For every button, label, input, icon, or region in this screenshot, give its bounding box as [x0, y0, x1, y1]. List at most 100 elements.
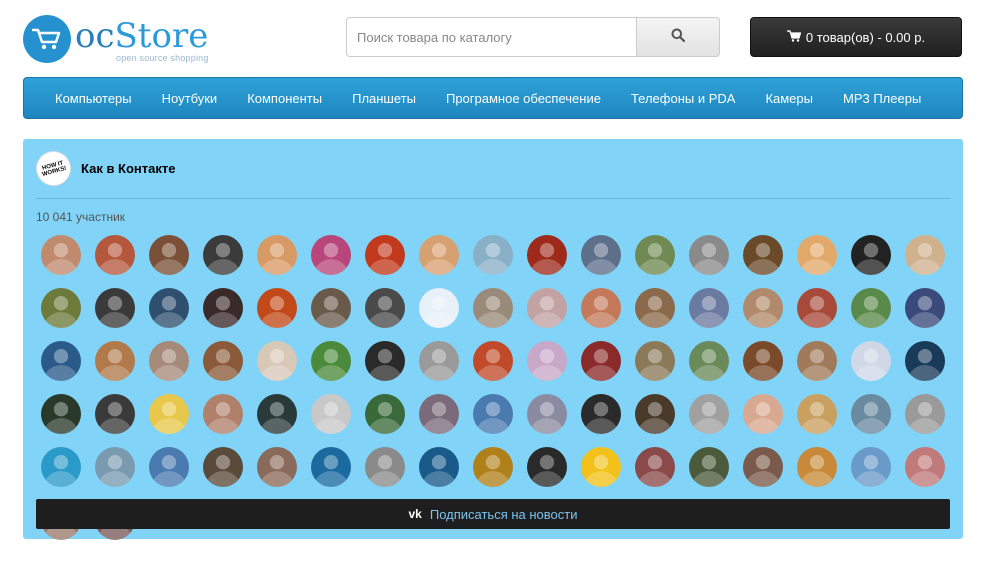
store-logo[interactable]: ocStore open source shopping	[23, 14, 223, 68]
member-avatar[interactable]	[41, 341, 81, 381]
member-avatar[interactable]	[41, 447, 81, 487]
member-avatar[interactable]	[905, 447, 945, 487]
member-avatar[interactable]	[311, 341, 351, 381]
member-avatar[interactable]	[689, 447, 729, 487]
member-avatar[interactable]	[41, 288, 81, 328]
search-input[interactable]	[346, 17, 636, 57]
member-avatar[interactable]	[797, 288, 837, 328]
member-avatar[interactable]	[581, 235, 621, 275]
member-avatar[interactable]	[203, 341, 243, 381]
member-avatar[interactable]	[311, 447, 351, 487]
member-avatar[interactable]	[149, 394, 189, 434]
member-avatar[interactable]	[581, 288, 621, 328]
member-avatar[interactable]	[905, 288, 945, 328]
member-avatar[interactable]	[635, 394, 675, 434]
member-avatar[interactable]	[311, 235, 351, 275]
member-avatar[interactable]	[419, 447, 459, 487]
member-avatar[interactable]	[95, 341, 135, 381]
member-avatar[interactable]	[419, 341, 459, 381]
menu-item-computers[interactable]: Компьютеры	[40, 91, 147, 106]
menu-item-mp3[interactable]: MP3 Плееры	[828, 91, 936, 106]
member-avatar[interactable]	[527, 447, 567, 487]
member-avatar[interactable]	[419, 394, 459, 434]
member-avatar[interactable]	[851, 288, 891, 328]
member-avatar[interactable]	[473, 394, 513, 434]
member-avatar[interactable]	[473, 288, 513, 328]
member-avatar[interactable]	[365, 447, 405, 487]
member-avatar[interactable]	[851, 235, 891, 275]
member-avatar[interactable]	[95, 394, 135, 434]
member-avatar[interactable]	[41, 235, 81, 275]
menu-item-phones[interactable]: Телефоны и PDA	[616, 91, 751, 106]
menu-item-components[interactable]: Компоненты	[232, 91, 337, 106]
member-avatar[interactable]	[527, 341, 567, 381]
member-avatar[interactable]	[203, 394, 243, 434]
member-avatar[interactable]	[743, 235, 783, 275]
subscribe-button[interactable]: vk Подписаться на новости	[36, 499, 950, 529]
member-avatar[interactable]	[149, 341, 189, 381]
member-avatar[interactable]	[797, 341, 837, 381]
group-title[interactable]: Как в Контакте	[81, 161, 175, 176]
member-avatar[interactable]	[689, 235, 729, 275]
member-avatar[interactable]	[203, 235, 243, 275]
member-avatar[interactable]	[851, 447, 891, 487]
member-avatar[interactable]	[203, 288, 243, 328]
member-avatar[interactable]	[41, 394, 81, 434]
member-avatar[interactable]	[797, 447, 837, 487]
member-avatar[interactable]	[257, 235, 297, 275]
member-avatar[interactable]	[149, 447, 189, 487]
member-avatar[interactable]	[257, 341, 297, 381]
member-avatar[interactable]	[419, 288, 459, 328]
member-avatar[interactable]	[581, 394, 621, 434]
member-avatar[interactable]	[689, 288, 729, 328]
member-avatar[interactable]	[95, 288, 135, 328]
member-avatar[interactable]	[635, 341, 675, 381]
member-avatar[interactable]	[905, 341, 945, 381]
member-avatar[interactable]	[851, 341, 891, 381]
member-avatar[interactable]	[149, 288, 189, 328]
group-avatar[interactable]: HOW IT WORKS!	[32, 147, 75, 190]
menu-item-software[interactable]: Програмное обеспечение	[431, 91, 616, 106]
member-avatar[interactable]	[365, 394, 405, 434]
member-avatar[interactable]	[581, 447, 621, 487]
member-avatar[interactable]	[635, 235, 675, 275]
member-avatar[interactable]	[527, 288, 567, 328]
menu-item-laptops[interactable]: Ноутбуки	[147, 91, 233, 106]
member-avatar[interactable]	[743, 394, 783, 434]
member-avatar[interactable]	[581, 341, 621, 381]
member-avatar[interactable]	[473, 447, 513, 487]
member-avatar[interactable]	[365, 288, 405, 328]
member-avatar[interactable]	[797, 394, 837, 434]
menu-item-cameras[interactable]: Камеры	[750, 91, 828, 106]
member-avatar[interactable]	[689, 394, 729, 434]
member-avatar[interactable]	[797, 235, 837, 275]
menu-item-tablets[interactable]: Планшеты	[337, 91, 431, 106]
member-avatar[interactable]	[635, 447, 675, 487]
member-avatar[interactable]	[95, 447, 135, 487]
member-avatar[interactable]	[527, 394, 567, 434]
member-avatar[interactable]	[311, 394, 351, 434]
member-avatar[interactable]	[635, 288, 675, 328]
member-avatar[interactable]	[365, 235, 405, 275]
member-avatar[interactable]	[419, 235, 459, 275]
member-avatar[interactable]	[473, 341, 513, 381]
member-avatar[interactable]	[689, 341, 729, 381]
member-avatar[interactable]	[743, 341, 783, 381]
member-avatar[interactable]	[851, 394, 891, 434]
member-avatar[interactable]	[149, 235, 189, 275]
member-avatar[interactable]	[527, 235, 567, 275]
member-avatar[interactable]	[257, 447, 297, 487]
search-button[interactable]	[636, 17, 720, 57]
member-avatar[interactable]	[203, 447, 243, 487]
cart-button[interactable]: 0 товар(ов) - 0.00 р.	[750, 17, 962, 57]
member-avatar[interactable]	[905, 235, 945, 275]
member-avatar[interactable]	[311, 288, 351, 328]
member-avatar[interactable]	[743, 447, 783, 487]
member-avatar[interactable]	[905, 394, 945, 434]
member-avatar[interactable]	[95, 235, 135, 275]
member-avatar[interactable]	[743, 288, 783, 328]
member-avatar[interactable]	[257, 288, 297, 328]
member-avatar[interactable]	[365, 341, 405, 381]
member-avatar[interactable]	[473, 235, 513, 275]
member-avatar[interactable]	[257, 394, 297, 434]
